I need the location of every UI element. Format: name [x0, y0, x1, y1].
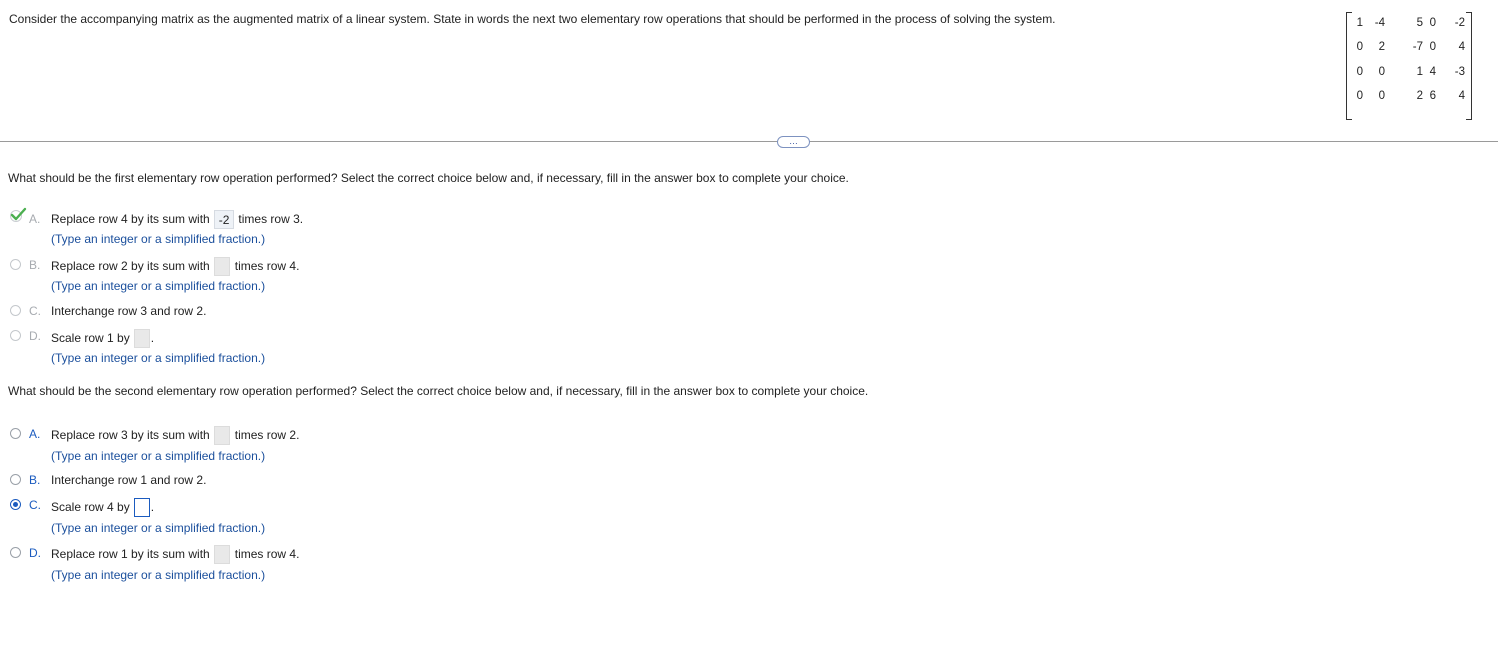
- matrix-cell: 4: [1458, 90, 1465, 102]
- q1-option-b: Replace row 2 by its sum with times row 4…: [51, 257, 300, 277]
- answer-box: [213, 257, 230, 277]
- option-hint: (Type an integer or a simplified fractio…: [51, 232, 266, 246]
- q2-option-b[interactable]: Interchange row 1 and row 2.: [51, 473, 206, 487]
- answer-box[interactable]: [133, 498, 150, 518]
- answer-value: -2: [213, 210, 235, 230]
- matrix-row: 1 -4 5 0 -2: [1346, 17, 1472, 33]
- matrix-cell: 0: [1429, 41, 1436, 53]
- q1-option-c: Interchange row 3 and row 2.: [51, 304, 207, 318]
- matrix-row: 0 0 1 4 -3: [1346, 66, 1472, 82]
- problem-prompt: Consider the accompanying matrix as the …: [9, 12, 1056, 26]
- q2-option-d-radio[interactable]: [10, 547, 21, 558]
- option-hint: (Type an integer or a simplified fractio…: [51, 449, 266, 463]
- q1-option-d: Scale row 1 by.: [51, 329, 155, 349]
- q2-option-c[interactable]: Scale row 4 by.: [51, 498, 155, 518]
- matrix-cell: -2: [1454, 17, 1465, 29]
- option-text: Replace row 2 by its sum with: [51, 259, 210, 273]
- matrix-cell: 0: [1356, 90, 1363, 102]
- matrix-cell: 2: [1416, 90, 1423, 102]
- option-text: .: [150, 331, 155, 345]
- option-letter: D.: [29, 329, 41, 343]
- option-letter: A.: [29, 427, 41, 441]
- answer-box[interactable]: [213, 426, 230, 446]
- option-letter: A.: [29, 212, 41, 226]
- section-divider: [0, 141, 1498, 142]
- q2-option-a[interactable]: Replace row 3 by its sum with times row 2…: [51, 426, 300, 446]
- matrix-cell: 0: [1378, 90, 1385, 102]
- matrix-cell: 1: [1356, 17, 1363, 29]
- correct-check-icon: [10, 207, 27, 222]
- matrix-cell: 4: [1458, 41, 1465, 53]
- option-text: Scale row 4 by: [51, 500, 130, 514]
- matrix-cell: -7: [1412, 41, 1423, 53]
- answer-box: [133, 329, 150, 349]
- matrix-cell: -4: [1374, 17, 1385, 29]
- option-text: Replace row 4 by its sum with: [51, 212, 210, 226]
- q2-option-c-radio[interactable]: [10, 499, 21, 510]
- matrix-cell: -3: [1454, 66, 1465, 78]
- q1-option-b-radio: [10, 259, 21, 270]
- option-hint: (Type an integer or a simplified fractio…: [51, 568, 266, 582]
- option-text: times row 2.: [234, 428, 300, 442]
- q1-option-c-radio: [10, 305, 21, 316]
- matrix-cell: 5: [1416, 17, 1423, 29]
- matrix-cell: 6: [1429, 90, 1436, 102]
- option-text: Scale row 1 by: [51, 331, 130, 345]
- expand-more-button[interactable]: …: [777, 136, 810, 148]
- matrix-row: 0 2 -7 0 4: [1346, 41, 1472, 57]
- matrix-cell: 0: [1378, 66, 1385, 78]
- matrix-cell: 0: [1356, 41, 1363, 53]
- option-hint: (Type an integer or a simplified fractio…: [51, 521, 266, 535]
- option-text: times row 3.: [238, 212, 304, 226]
- matrix-cell: 4: [1429, 66, 1436, 78]
- augmented-matrix: 1 -4 5 0 -2 0 2 -7 0 4 0 0 1 4 -3 0 0 2 …: [1346, 12, 1472, 120]
- option-hint: (Type an integer or a simplified fractio…: [51, 351, 266, 365]
- option-text: Replace row 3 by its sum with: [51, 428, 210, 442]
- option-letter: B.: [29, 473, 41, 487]
- option-text: times row 4.: [234, 547, 300, 561]
- option-text: .: [150, 500, 155, 514]
- option-letter: C.: [29, 304, 41, 318]
- q2-option-d[interactable]: Replace row 1 by its sum with times row 4…: [51, 545, 300, 565]
- q1-option-a: Replace row 4 by its sum with -2 times row…: [51, 210, 304, 230]
- q2-option-a-radio[interactable]: [10, 428, 21, 439]
- option-text: Replace row 1 by its sum with: [51, 547, 210, 561]
- option-text: times row 4.: [234, 259, 300, 273]
- matrix-cell: 2: [1378, 41, 1385, 53]
- answer-box[interactable]: [213, 545, 230, 565]
- option-letter: C.: [29, 498, 41, 512]
- matrix-cell: 0: [1429, 17, 1436, 29]
- option-letter: B.: [29, 258, 41, 272]
- question-1-text: What should be the first elementary row …: [8, 171, 849, 185]
- matrix-cell: 0: [1356, 66, 1363, 78]
- matrix-cell: 1: [1416, 66, 1423, 78]
- option-letter: D.: [29, 546, 41, 560]
- matrix-row: 0 0 2 6 4: [1346, 90, 1472, 106]
- q2-option-b-radio[interactable]: [10, 474, 21, 485]
- option-hint: (Type an integer or a simplified fractio…: [51, 279, 266, 293]
- q1-option-d-radio: [10, 330, 21, 341]
- question-2-text: What should be the second elementary row…: [8, 384, 869, 398]
